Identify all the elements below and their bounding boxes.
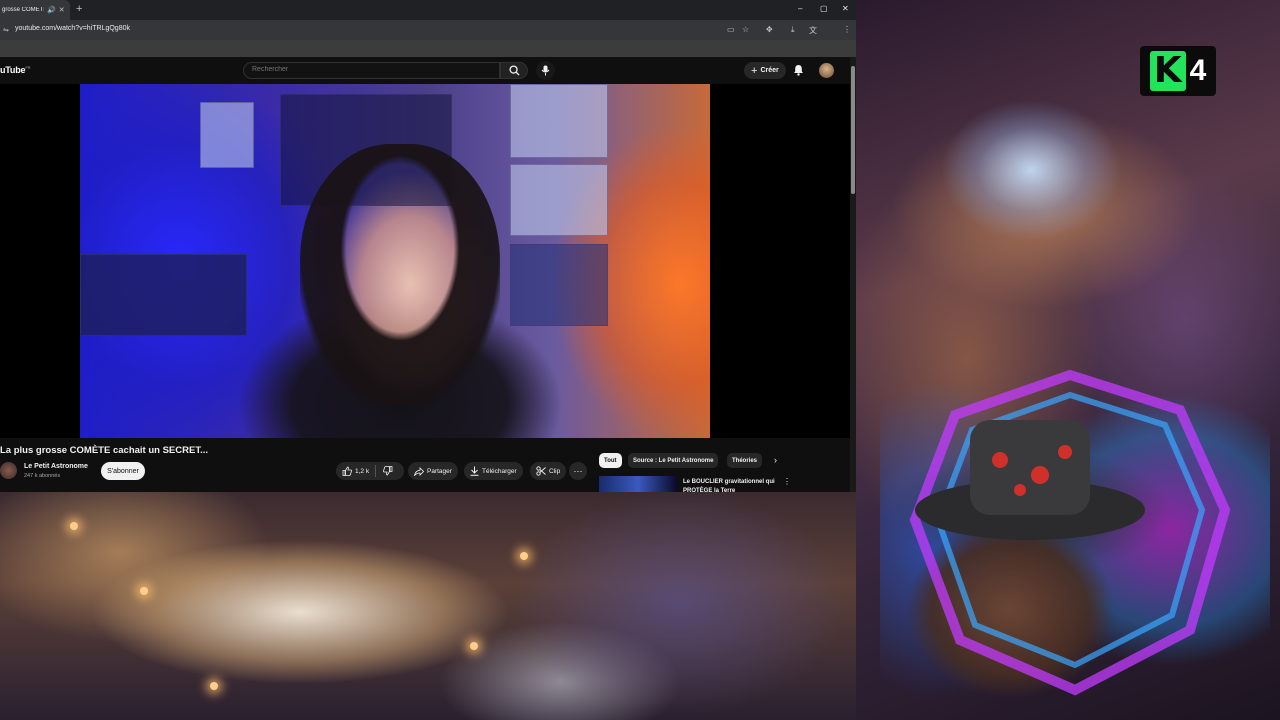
monitor-screen — [80, 254, 247, 336]
download-button[interactable]: Télécharger — [464, 462, 523, 480]
logo-letter: K — [1149, 51, 1186, 91]
wall-poster — [510, 84, 608, 158]
thumbs-up-icon — [342, 466, 352, 476]
new-tab-button[interactable]: + — [76, 3, 82, 15]
dislike-button[interactable] — [376, 462, 400, 480]
user-avatar[interactable] — [819, 63, 834, 78]
channel-name[interactable]: Le Petit Astronome — [24, 463, 88, 470]
recommendation-menu-icon[interactable]: ⋮ — [783, 477, 791, 486]
like-dislike-group: 1,2 k — [336, 462, 404, 480]
maximize-button[interactable]: ▢ — [820, 4, 828, 13]
scrollbar-thumb[interactable] — [851, 66, 855, 194]
notifications-button[interactable] — [793, 64, 804, 76]
voice-search-button[interactable] — [536, 61, 555, 80]
create-label: Créer — [760, 67, 779, 74]
url-text[interactable]: youtube.com/watch?v=hiTRLgQg80k — [15, 25, 130, 32]
channel-logo: K 4 — [1140, 46, 1216, 96]
bookmark-star-icon[interactable]: ☆ — [742, 25, 749, 34]
search-input[interactable] — [252, 66, 492, 73]
tab-close-icon[interactable]: ✕ — [59, 6, 65, 14]
download-icon — [470, 466, 479, 476]
recommendation-title[interactable]: Le BOUCLIER gravitationnel qui PROTÈGE l… — [683, 478, 783, 492]
video-title: La plus grosse COMÈTE cachait un SECRET.… — [0, 445, 208, 456]
wall-poster — [510, 164, 608, 236]
cast-icon[interactable]: ▭ — [727, 25, 735, 34]
scissors-icon — [536, 466, 546, 476]
thumbs-down-icon — [383, 466, 393, 476]
abstract-background-bottom — [0, 492, 856, 720]
audio-playing-icon[interactable]: 🔊 — [47, 6, 56, 14]
neon-emblem — [909, 369, 1231, 696]
browser-tab[interactable]: grosse COMÈTE ca 🔊 ✕ — [0, 0, 70, 20]
share-button[interactable]: Partager — [408, 462, 458, 480]
like-count: 1,2 k — [355, 467, 370, 475]
search-icon — [508, 65, 520, 76]
translate-icon[interactable]: 文 — [809, 25, 817, 36]
logo-number: 4 — [1189, 54, 1207, 87]
glow-light — [70, 522, 78, 530]
bell-icon — [794, 65, 803, 76]
youtube-logo[interactable]: uTubeFR — [0, 65, 30, 75]
more-actions-button[interactable]: ⋯ — [569, 462, 587, 480]
search-button[interactable] — [500, 62, 528, 79]
share-icon — [414, 466, 424, 476]
browser-window: grosse COMÈTE ca 🔊 ✕ + – ▢ ✕ ⇋ youtube.c… — [0, 0, 856, 492]
youtube-masthead: uTubeFR + Créer — [0, 57, 850, 84]
download-label: Télécharger — [482, 467, 517, 475]
bookmarks-bar — [0, 40, 856, 57]
like-button[interactable]: 1,2 k — [336, 462, 369, 480]
glow-light — [470, 642, 478, 650]
wall-poster — [200, 102, 254, 168]
chip-theories[interactable]: Théories — [727, 453, 763, 468]
wall-poster — [510, 244, 608, 326]
subscriber-count: 247 k abonnés — [24, 473, 61, 479]
clip-button[interactable]: Clip — [530, 462, 567, 480]
extensions-icon[interactable]: ✥ — [766, 25, 773, 34]
microphone-icon — [541, 65, 550, 76]
close-window-button[interactable]: ✕ — [842, 4, 849, 13]
chip-source[interactable]: Source : Le Petit Astronome — [628, 453, 719, 468]
glow-light — [210, 682, 218, 690]
channel-avatar[interactable] — [0, 462, 17, 479]
video-player[interactable] — [0, 84, 850, 438]
address-bar[interactable]: ⇋ youtube.com/watch?v=hiTRLgQg80k ▭ ☆ ✥ … — [0, 20, 856, 55]
tab-strip: grosse COMÈTE ca 🔊 ✕ + – ▢ ✕ — [0, 0, 856, 20]
minimize-button[interactable]: – — [798, 4, 802, 13]
clip-label: Clip — [549, 467, 561, 475]
chip-all[interactable]: Tout — [599, 453, 622, 468]
tab-title: grosse COMÈTE ca — [2, 7, 44, 13]
presenter — [300, 144, 500, 404]
site-info-icon[interactable]: ⇋ — [3, 26, 9, 34]
logo-region: FR — [25, 65, 31, 70]
chips-next-button[interactable]: › — [774, 455, 777, 465]
recommendation-thumbnail[interactable] — [599, 476, 677, 492]
logo-text: uTube — [0, 65, 26, 75]
glow-light — [520, 552, 528, 560]
streamer-webcam — [880, 360, 1270, 720]
glow-light — [140, 587, 148, 595]
create-button[interactable]: + Créer — [744, 62, 786, 79]
subscribe-button[interactable]: S'abonner — [101, 462, 145, 480]
share-label: Partager — [427, 467, 452, 475]
download-icon[interactable]: ⤓ — [791, 25, 795, 35]
search-box[interactable] — [243, 62, 500, 79]
video-frame[interactable] — [80, 84, 710, 438]
browser-menu-icon[interactable]: ⋮ — [843, 25, 851, 34]
plus-icon: + — [751, 64, 758, 77]
